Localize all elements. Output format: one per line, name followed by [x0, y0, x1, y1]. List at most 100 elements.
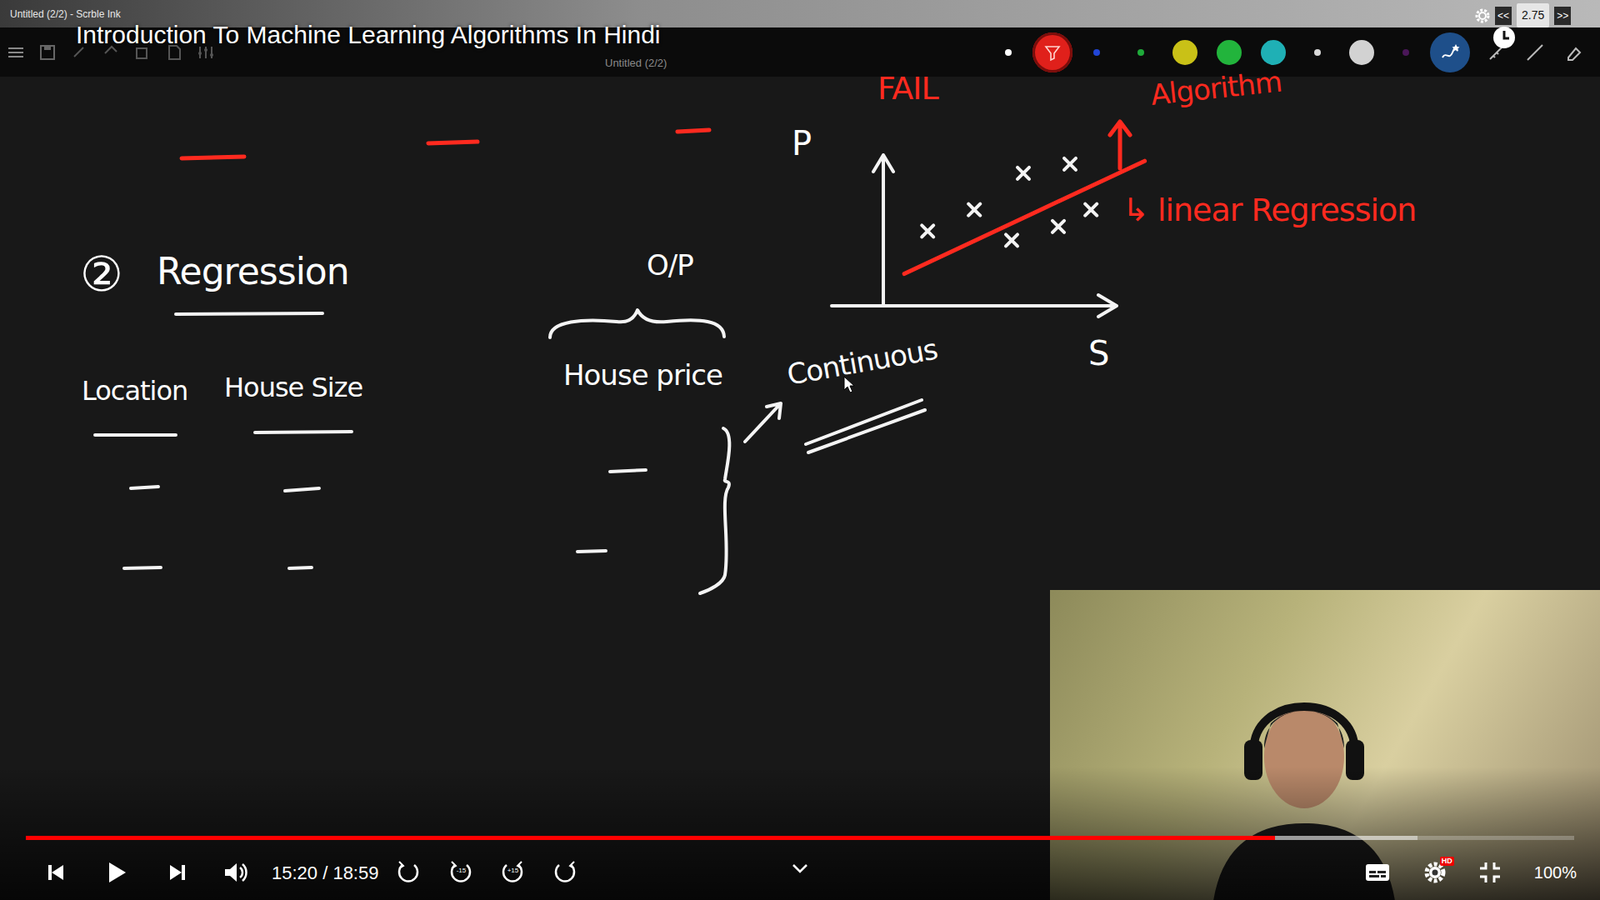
- subtitles-button[interactable]: [1363, 858, 1392, 887]
- selection-ring: [1032, 32, 1073, 73]
- handwritten-note: S: [1088, 335, 1109, 372]
- handwritten-note: FAIL: [877, 71, 939, 107]
- color-slot[interactable]: [1030, 30, 1075, 75]
- selection-ring: [1314, 49, 1321, 56]
- play-button[interactable]: [101, 858, 130, 887]
- red-dash: [181, 156, 245, 159]
- color-dot[interactable]: [1005, 49, 1012, 56]
- handwritten-note: O/P: [646, 250, 694, 281]
- color-slot[interactable]: [1339, 30, 1384, 75]
- previous-icon[interactable]: [41, 858, 70, 887]
- red-arrow: [1110, 121, 1130, 169]
- document-title: Untitled (2/2): [605, 55, 667, 72]
- color-slot[interactable]: [985, 30, 1030, 75]
- dash: [289, 567, 312, 569]
- x-axis: [831, 295, 1117, 317]
- x-mark: [1005, 234, 1018, 246]
- color-dot[interactable]: [1137, 49, 1145, 56]
- color-slot[interactable]: [1206, 30, 1251, 75]
- speed-up-button[interactable]: >>: [1554, 6, 1571, 25]
- selection-ring: [1402, 49, 1410, 56]
- color-slot[interactable]: [1295, 30, 1340, 75]
- x-mark: [1085, 204, 1097, 216]
- forward-15-label: +15: [498, 867, 527, 875]
- brace: [550, 310, 725, 338]
- rewind-15-label: -15: [446, 867, 475, 875]
- color-swatch[interactable]: [1216, 40, 1242, 65]
- color-dot[interactable]: [1314, 49, 1321, 56]
- color-slot[interactable]: [1118, 30, 1163, 75]
- y-axis: [873, 155, 894, 306]
- line-icon[interactable]: [1525, 43, 1545, 62]
- clock-icon[interactable]: [1491, 25, 1517, 50]
- play-icon[interactable]: [101, 858, 130, 887]
- progress-bar[interactable]: [25, 835, 1575, 840]
- subtitles-icon[interactable]: [1363, 858, 1392, 887]
- dash: [577, 550, 606, 552]
- next-button[interactable]: [163, 858, 192, 887]
- rewind-15-button[interactable]: -15: [446, 858, 475, 887]
- color-dot[interactable]: [1402, 49, 1410, 56]
- selection-ring: [1430, 32, 1470, 73]
- settings-button[interactable]: HD: [1420, 858, 1450, 887]
- x-mark: [1052, 220, 1065, 233]
- color-slot[interactable]: [1383, 30, 1428, 75]
- handwritten-note: House Size: [224, 373, 363, 403]
- rewind-small-button[interactable]: [394, 858, 423, 887]
- forward-small-icon[interactable]: [550, 858, 580, 887]
- save-icon[interactable]: [38, 43, 57, 62]
- volume-icon[interactable]: [221, 858, 250, 887]
- eraser-icon[interactable]: [1564, 43, 1585, 62]
- color-swatch[interactable]: [1260, 40, 1286, 65]
- gear-icon[interactable]: [1475, 8, 1490, 24]
- volume-button[interactable]: [221, 858, 250, 887]
- exit-fullscreen-icon[interactable]: [1475, 858, 1505, 887]
- color-swatch[interactable]: [1349, 40, 1375, 65]
- selection-ring: [1260, 40, 1286, 65]
- dash: [285, 488, 320, 491]
- next-icon[interactable]: [163, 858, 192, 887]
- data-point: [1017, 167, 1030, 180]
- data-point: [1085, 204, 1097, 216]
- chevron-down-icon[interactable]: [790, 860, 810, 877]
- brush-button[interactable]: [1430, 32, 1470, 73]
- zoom-level: 100%: [1534, 860, 1577, 885]
- color-dot[interactable]: [1093, 49, 1100, 56]
- draw-tools: [1471, 43, 1600, 62]
- right-controls: HD 100%: [1363, 858, 1600, 887]
- previous-button[interactable]: [41, 858, 70, 887]
- forward-small-button[interactable]: [550, 858, 580, 887]
- cursor-icon: [843, 375, 856, 395]
- dash: [130, 486, 159, 489]
- red-dash: [677, 130, 710, 132]
- forward-15-button[interactable]: +15: [498, 858, 527, 887]
- handwritten-note: P: [791, 125, 811, 162]
- color-slot[interactable]: [1074, 30, 1119, 75]
- x-mark: [1064, 158, 1076, 170]
- dash: [124, 567, 161, 569]
- video-player[interactable]: Untitled (2/2) - Scrble InkUntitled (2/2…: [0, 0, 1600, 900]
- exit-fullscreen-button[interactable]: [1475, 858, 1505, 887]
- speed-value: 2.75: [1516, 3, 1550, 28]
- clock-overlay[interactable]: [1491, 25, 1517, 56]
- speed-down-button[interactable]: <<: [1495, 6, 1512, 25]
- funnel-icon: [1043, 43, 1062, 62]
- color-slot[interactable]: [1427, 30, 1472, 75]
- color-palette: [985, 30, 1472, 75]
- controls-shade: [0, 766, 1600, 900]
- rewind-small-icon[interactable]: [394, 858, 423, 887]
- color-swatch[interactable]: [1032, 32, 1073, 73]
- hd-badge: HD: [1440, 856, 1455, 866]
- menu-icon[interactable]: [6, 44, 25, 61]
- more-videos-button[interactable]: [790, 860, 810, 883]
- dash: [610, 470, 646, 472]
- speed-control: <<2.75>>: [1475, 3, 1571, 28]
- color-slot[interactable]: [1162, 30, 1207, 75]
- data-point: [1064, 158, 1076, 170]
- selection-ring: [1005, 49, 1012, 56]
- red-dash: [428, 141, 478, 144]
- color-swatch[interactable]: [1172, 40, 1198, 65]
- data-point: [1052, 220, 1065, 233]
- underline: [255, 431, 352, 433]
- time-display: 15:20 / 18:59: [271, 859, 379, 887]
